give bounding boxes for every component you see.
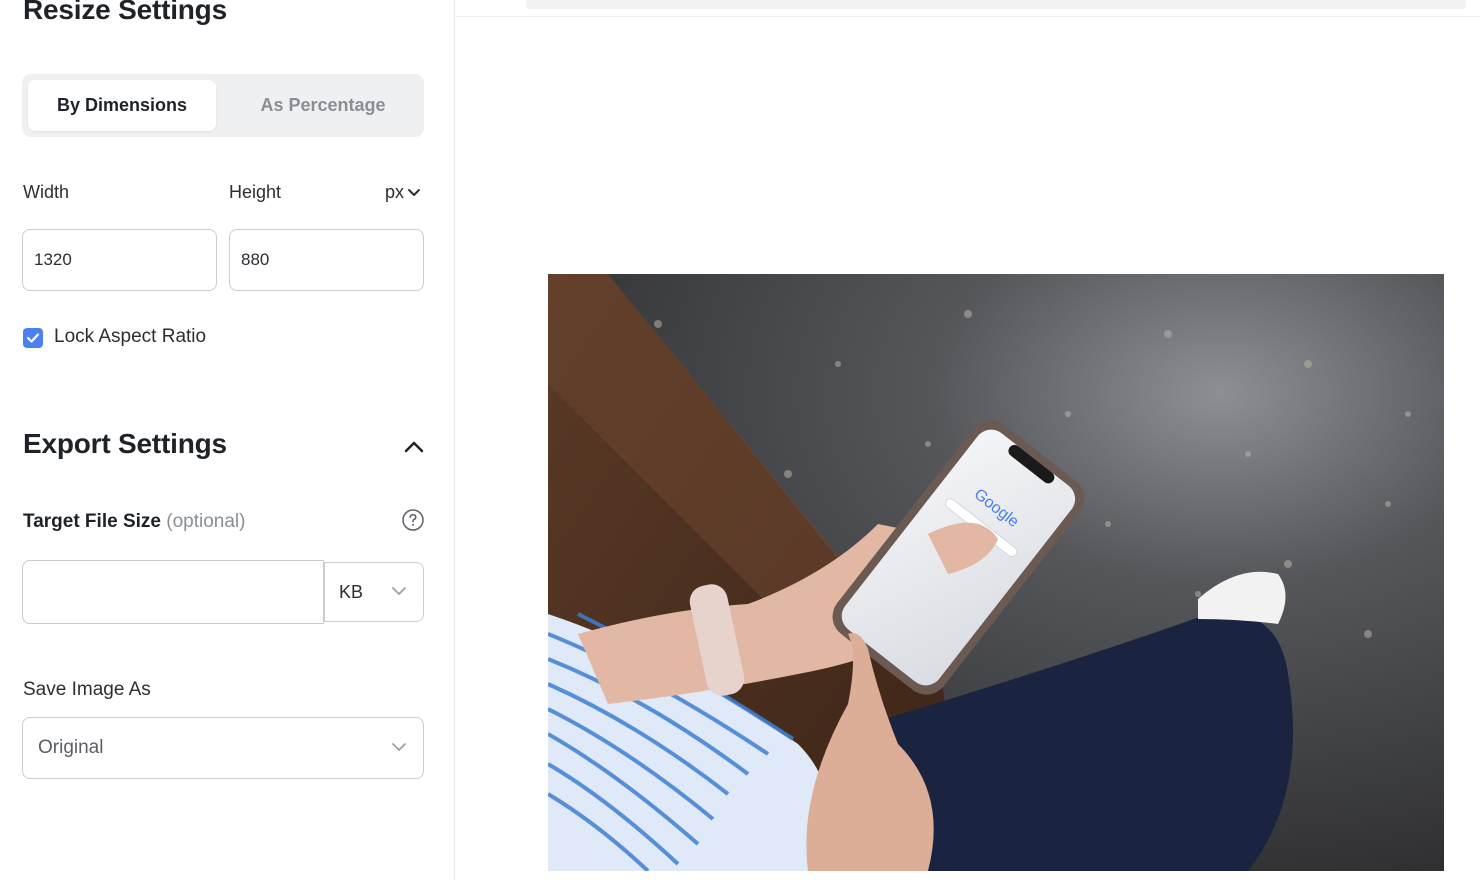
- resize-mode-toggle: By Dimensions As Percentage: [22, 74, 424, 137]
- tab-by-dimensions[interactable]: By Dimensions: [28, 80, 216, 131]
- checkmark-icon: [26, 333, 40, 343]
- save-image-as-dropdown[interactable]: Original: [22, 717, 424, 779]
- chevron-down-icon: [408, 188, 421, 196]
- preview-image: Google: [548, 274, 1444, 871]
- preview-toolbar: [526, 0, 1466, 9]
- help-icon[interactable]: [401, 508, 425, 532]
- save-image-as-label: Save Image As: [23, 679, 151, 700]
- chevron-down-icon: [392, 743, 406, 751]
- file-size-unit-dropdown[interactable]: KB: [324, 562, 424, 622]
- width-input[interactable]: [22, 229, 217, 291]
- divider: [456, 16, 1480, 17]
- height-field[interactable]: [241, 250, 423, 270]
- tab-as-percentage[interactable]: As Percentage: [228, 80, 418, 131]
- target-file-size-label: Target File Size (optional): [23, 511, 245, 533]
- chevron-up-icon[interactable]: [401, 436, 427, 456]
- resize-settings-title: Resize Settings: [23, 0, 227, 25]
- optional-hint: (optional): [166, 511, 246, 532]
- target-file-size-text: Target File Size: [23, 511, 161, 532]
- target-file-size-input[interactable]: [22, 560, 324, 624]
- chevron-down-icon: [392, 587, 406, 595]
- unit-dropdown[interactable]: px: [385, 182, 421, 203]
- lock-aspect-label[interactable]: Lock Aspect Ratio: [54, 326, 206, 348]
- settings-panel: Resize Settings By Dimensions As Percent…: [0, 0, 455, 880]
- height-input[interactable]: [229, 229, 424, 291]
- save-image-as-value: Original: [38, 737, 104, 758]
- width-label: Width: [23, 182, 70, 202]
- photo-illustration: Google: [548, 274, 1444, 871]
- width-field[interactable]: [34, 250, 216, 270]
- export-settings-title: Export Settings: [23, 428, 227, 459]
- preview-area: Google: [456, 0, 1480, 880]
- height-label: Height: [229, 182, 282, 202]
- lock-aspect-checkbox[interactable]: [23, 328, 43, 348]
- file-size-unit-value: KB: [339, 581, 364, 602]
- unit-value: px: [385, 182, 405, 202]
